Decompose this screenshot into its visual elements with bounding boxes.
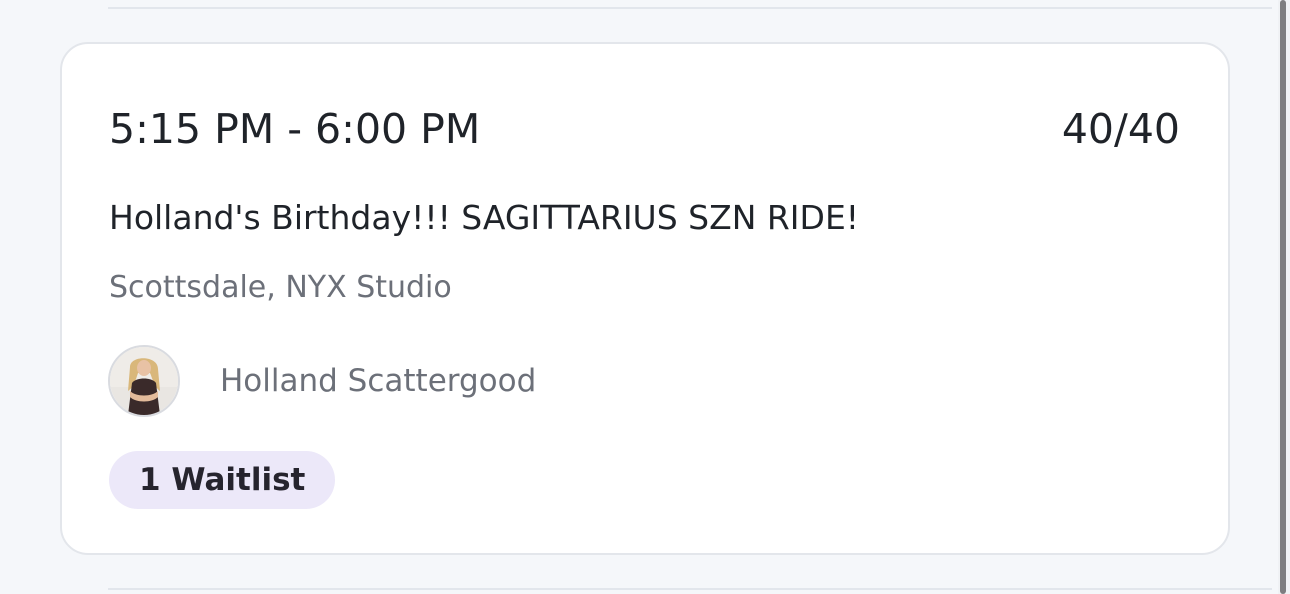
class-capacity: 40/40 xyxy=(1061,105,1180,153)
class-card[interactable]: 5:15 PM - 6:00 PM 40/40 Holland's Birthd… xyxy=(60,42,1230,555)
class-time-range: 5:15 PM - 6:00 PM xyxy=(109,105,481,153)
instructor-name: Holland Scattergood xyxy=(220,363,537,399)
schedule-page: 5:15 PM - 6:00 PM 40/40 Holland's Birthd… xyxy=(0,0,1290,594)
class-location: Scottsdale, NYX Studio xyxy=(109,270,452,305)
waitlist-badge: 1 Waitlist xyxy=(109,451,336,509)
scrollbar[interactable] xyxy=(1278,0,1290,594)
avatar-photo-icon xyxy=(110,347,178,415)
divider-top xyxy=(108,7,1272,9)
class-title: Holland's Birthday!!! SAGITTARIUS SZN RI… xyxy=(109,198,860,237)
scrollbar-thumb[interactable] xyxy=(1280,0,1286,594)
instructor-avatar xyxy=(108,345,180,417)
divider-bottom xyxy=(108,588,1272,590)
